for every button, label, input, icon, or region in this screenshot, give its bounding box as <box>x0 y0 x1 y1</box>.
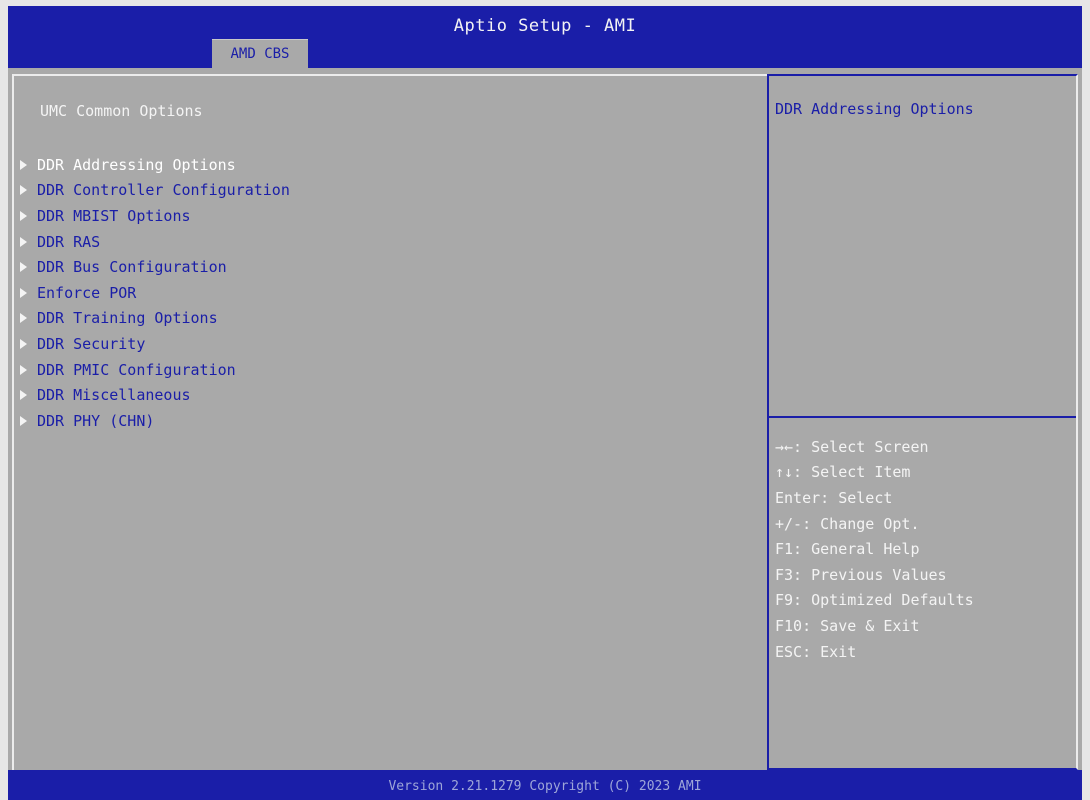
section-title: UMC Common Options <box>40 102 203 120</box>
menu-item-ddr-mbist-options[interactable]: DDR MBIST Options <box>20 203 290 229</box>
submenu-arrow-icon <box>20 185 27 196</box>
submenu-arrow-icon <box>20 159 27 170</box>
bios-window: Aptio Setup - AMI AMD CBS UMC Common Opt… <box>8 6 1082 800</box>
key-hint-optimized-defaults: F9: Optimized Defaults <box>775 591 974 610</box>
status-bar: Version 2.21.1279 Copyright (C) 2023 AMI <box>8 770 1082 800</box>
key-hint-esc-exit: ESC: Exit <box>775 642 857 661</box>
title-bar: Aptio Setup - AMI AMD CBS <box>8 6 1082 68</box>
menu-item-enforce-por[interactable]: Enforce POR <box>20 280 290 306</box>
menu-item-ddr-pmic-configuration[interactable]: DDR PMIC Configuration <box>20 357 290 383</box>
menu-item-label: DDR Miscellaneous <box>37 386 191 405</box>
submenu-arrow-icon <box>20 390 27 401</box>
submenu-arrow-icon <box>20 338 27 349</box>
submenu-arrow-icon <box>20 415 27 426</box>
key-legend: →←: Select Screen ↑↓: Select Item Enter:… <box>775 434 974 664</box>
submenu-arrow-icon <box>20 262 27 273</box>
submenu-arrow-icon <box>20 236 27 247</box>
menu-item-label: DDR Controller Configuration <box>37 181 290 200</box>
submenu-arrow-icon <box>20 313 27 324</box>
menu-item-ddr-training-options[interactable]: DDR Training Options <box>20 306 290 332</box>
menu-item-ddr-controller-configuration[interactable]: DDR Controller Configuration <box>20 178 290 204</box>
menu-item-ddr-addressing-options[interactable]: DDR Addressing Options <box>20 152 290 178</box>
menu-item-label: DDR PHY (CHN) <box>37 411 155 430</box>
menu-item-label: DDR MBIST Options <box>37 206 191 225</box>
menu-item-label: DDR Addressing Options <box>37 155 236 174</box>
key-hint-previous-values: F3: Previous Values <box>775 565 947 584</box>
menu-item-label: DDR PMIC Configuration <box>37 360 236 379</box>
key-hint-select-screen: →←: Select Screen <box>775 437 929 456</box>
submenu-arrow-icon <box>20 210 27 221</box>
options-pane: UMC Common Options DDR Addressing Option… <box>12 74 767 770</box>
key-hint-select-item: ↑↓: Select Item <box>775 463 911 482</box>
help-pane: DDR Addressing Options →←: Select Screen… <box>767 74 1078 770</box>
key-hint-general-help: F1: General Help <box>775 540 920 559</box>
menu-item-label: DDR Bus Configuration <box>37 258 227 277</box>
menu-item-ddr-security[interactable]: DDR Security <box>20 331 290 357</box>
key-hint-save-exit: F10: Save & Exit <box>775 616 920 635</box>
menu-item-label: DDR Training Options <box>37 309 218 328</box>
menu-item-label: DDR RAS <box>37 232 101 251</box>
menu-item-label: DDR Security <box>37 334 146 353</box>
version-text: Version 2.21.1279 Copyright (C) 2023 AMI <box>388 779 702 794</box>
key-hint-change-opt: +/-: Change Opt. <box>775 514 920 533</box>
menu-item-ddr-bus-configuration[interactable]: DDR Bus Configuration <box>20 254 290 280</box>
menu-item-ddr-phy-chn[interactable]: DDR PHY (CHN) <box>20 408 290 434</box>
content-area: UMC Common Options DDR Addressing Option… <box>8 68 1082 770</box>
tab-amd-cbs[interactable]: AMD CBS <box>212 39 308 68</box>
submenu-arrow-icon <box>20 287 27 298</box>
menu-item-label: Enforce POR <box>37 283 137 302</box>
menu-item-ddr-ras[interactable]: DDR RAS <box>20 229 290 255</box>
key-hint-enter: Enter: Select <box>775 488 893 507</box>
item-help-text: DDR Addressing Options <box>775 100 974 118</box>
app-title: Aptio Setup - AMI <box>453 16 637 36</box>
submenu-list: DDR Addressing Options DDR Controller Co… <box>20 152 290 434</box>
help-divider <box>769 416 1076 418</box>
submenu-arrow-icon <box>20 364 27 375</box>
menu-item-ddr-miscellaneous[interactable]: DDR Miscellaneous <box>20 382 290 408</box>
